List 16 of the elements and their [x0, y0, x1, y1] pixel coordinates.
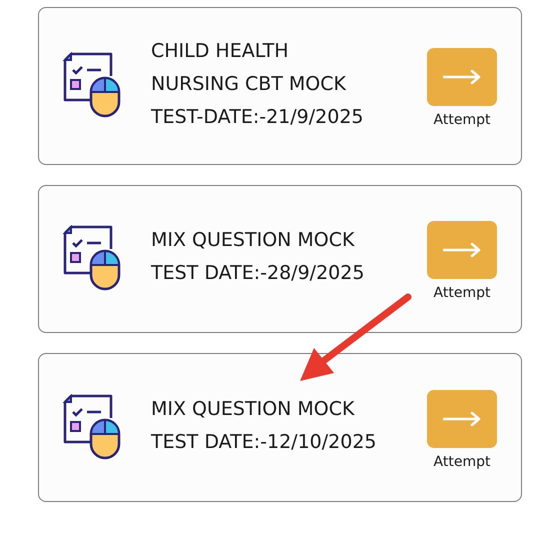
test-title: MIX QUESTION MOCK: [151, 228, 356, 253]
attempt-label: Attempt: [434, 112, 490, 128]
attempt-button[interactable]: [427, 221, 497, 279]
test-title: CHILD HEALTH: [151, 38, 290, 64]
attempt-button[interactable]: [427, 390, 497, 448]
arrow-right-icon: [443, 412, 481, 426]
attempt-button[interactable]: [427, 48, 497, 106]
arrow-right-icon: [443, 70, 481, 84]
arrow-right-icon: [443, 243, 481, 257]
test-title: TEST DATE:-12/10/2025: [151, 430, 378, 454]
attempt-label: Attempt: [434, 454, 490, 470]
attempt-label: Attempt: [434, 285, 490, 301]
test-title: TEST DATE:-28/9/2025: [151, 261, 366, 286]
test-title: NURSING CBT MOCK: [151, 72, 348, 96]
test-title: MIX QUESTION MOCK: [151, 396, 356, 422]
test-title: TEST-DATE:-21/9/2025: [151, 104, 364, 130]
